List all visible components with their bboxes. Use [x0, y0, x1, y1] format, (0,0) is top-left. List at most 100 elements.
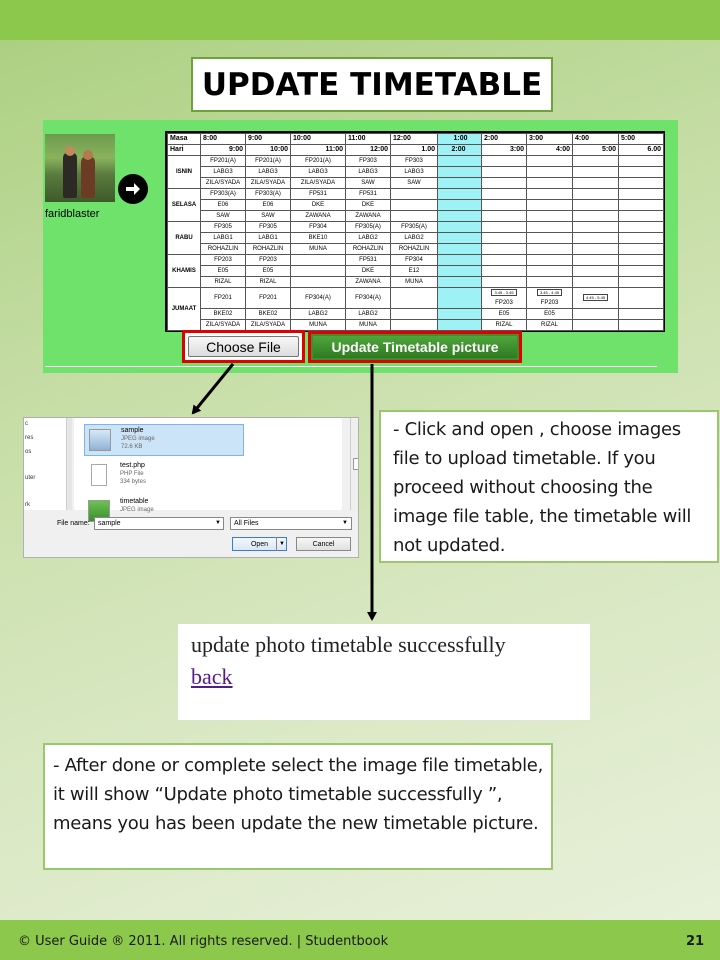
timetable-cell: SAW	[200, 210, 246, 222]
slot-start-label: 8:00	[200, 133, 246, 145]
timetable-cell: FP303	[345, 155, 391, 167]
file-list-scrollbar[interactable]	[350, 418, 358, 510]
timetable-cell: FP201(A)	[200, 155, 246, 167]
timetable-cell	[618, 287, 664, 309]
slot-end-label: 12:00	[345, 144, 391, 156]
timetable-cell	[481, 166, 527, 178]
timetable-cell: FP305	[245, 221, 291, 233]
timetable-cell: MUNA	[390, 276, 438, 288]
timetable-cell	[390, 308, 438, 320]
time-range-badge: 4.45 - 5.45	[582, 294, 609, 301]
chevron-down-icon: ▼	[215, 520, 221, 526]
timetable-cell	[526, 221, 573, 233]
timetable-cell	[481, 177, 527, 189]
timetable-cell	[572, 210, 619, 222]
timetable-cell	[526, 199, 573, 211]
file-name-input[interactable]: sample ▼	[94, 517, 224, 530]
timetable-cell	[437, 166, 482, 178]
footer-copyright: © User Guide ® 2011. All rights reserved…	[18, 934, 389, 949]
timetable-cell: SAW	[345, 177, 391, 189]
day-label: SELASA	[167, 188, 201, 222]
timetable-cell: SAW	[245, 210, 291, 222]
timetable-cell: ZAWANA	[345, 276, 391, 288]
choose-file-button[interactable]: Choose File	[188, 336, 299, 357]
update-result-panel: update photo timetable successfully back	[178, 624, 590, 720]
timetable-cell	[437, 232, 482, 244]
nav-scrollbar[interactable]	[66, 418, 72, 510]
file-item-sample[interactable]: sample JPEG image 72.6 KB	[84, 424, 244, 456]
nav-fragment: os	[25, 449, 32, 455]
timetable-cell	[572, 232, 619, 244]
timetable-cell	[618, 265, 664, 277]
timetable-cell	[390, 287, 438, 309]
file-type-select[interactable]: All Files ▼	[230, 517, 352, 530]
timetable-cell	[618, 243, 664, 255]
slot-end-label: 5:00	[572, 144, 619, 156]
timetable-cell: FP304	[290, 221, 346, 233]
timetable-cell	[526, 166, 573, 178]
timetable-cell	[572, 199, 619, 211]
file-item-test-php[interactable]: test.php PHP File 334 bytes	[84, 460, 244, 492]
timetable-cell: DKE	[290, 199, 346, 211]
slot-start-label: 3:00	[526, 133, 573, 145]
slot-start-label: 1:00	[437, 133, 482, 145]
timetable-cell: LABG1	[200, 232, 246, 244]
timetable-cell: MUNA	[290, 319, 346, 331]
timetable-cell	[437, 308, 482, 320]
timetable-cell	[290, 276, 346, 288]
timetable-cell	[437, 188, 482, 200]
day-label: KHAMIS	[167, 254, 201, 288]
timetable-cell	[526, 232, 573, 244]
nav-fragment: rk	[25, 502, 30, 508]
timetable-cell: LABG3	[390, 166, 438, 178]
username-label: faridblaster	[45, 208, 100, 220]
timetable-cell	[618, 319, 664, 331]
timetable-cell	[526, 254, 573, 266]
open-dropdown-icon[interactable]: ▼	[276, 537, 287, 551]
timetable-cell	[390, 319, 438, 331]
timetable-cell	[481, 243, 527, 255]
timetable-cell: RIZAL	[245, 276, 291, 288]
timetable-cell	[481, 221, 527, 233]
right-arrow-circle-icon[interactable]	[118, 174, 148, 204]
timetable-cell	[572, 276, 619, 288]
timetable-cell: FP303	[390, 155, 438, 167]
timetable-cell	[572, 221, 619, 233]
timetable-cell: E12	[390, 265, 438, 277]
timetable-cell: 3.45 - 4.45 FP203	[526, 287, 573, 309]
file-name-label: File name:	[57, 520, 90, 527]
timetable-cell: ZILA/SYADA	[290, 177, 346, 189]
timetable-cell: FP201	[200, 287, 246, 309]
timetable-cell	[618, 308, 664, 320]
timetable-cell: ZILA/SYADA	[245, 177, 291, 189]
timetable-cell: E05	[245, 265, 291, 277]
timetable-cell	[526, 210, 573, 222]
update-picture-highlight: Update Timetable picture	[308, 331, 522, 363]
timetable-cell: LABG2	[290, 308, 346, 320]
timetable-cell	[572, 319, 619, 331]
timetable-cell: FP203	[245, 254, 291, 266]
timetable-cell: E06	[245, 199, 291, 211]
timetable-cell	[437, 199, 482, 211]
slot-end-label: 3:00	[481, 144, 527, 156]
timetable-cell	[618, 254, 664, 266]
timetable-cell	[618, 166, 664, 178]
slot-start-label: 2:00	[481, 133, 527, 145]
timetable-cell: FP305(A)	[345, 221, 391, 233]
timetable-cell	[572, 265, 619, 277]
day-label: ISNIN	[167, 155, 201, 189]
cancel-button[interactable]: Cancel	[296, 537, 351, 551]
success-message: update photo timetable successfully	[191, 632, 506, 657]
timetable-cell: ZAWANA	[290, 210, 346, 222]
timetable-cell	[481, 188, 527, 200]
timetable-cell: DKE	[345, 265, 391, 277]
dialog-nav-pane[interactable]: c res os uter rk	[24, 418, 72, 510]
timetable-cell	[618, 199, 664, 211]
timetable-cell	[481, 276, 527, 288]
update-timetable-picture-button[interactable]: Update Timetable picture	[313, 336, 517, 358]
timetable-cell	[572, 155, 619, 167]
back-link[interactable]: back	[191, 664, 233, 690]
timetable-cell: ROHAZLIN	[390, 243, 438, 255]
timetable-cell: FP303(A)	[245, 188, 291, 200]
timetable-cell	[618, 210, 664, 222]
